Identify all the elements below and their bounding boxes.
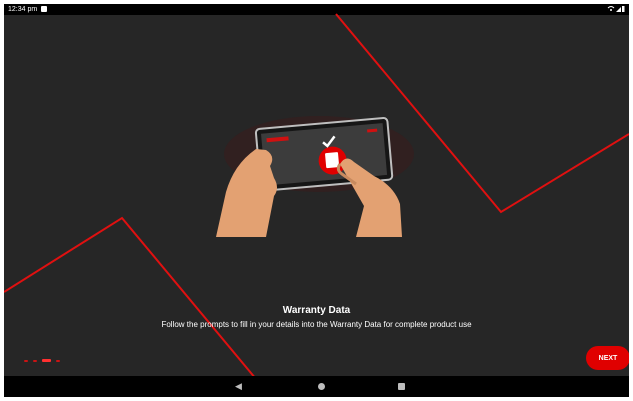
onboarding-title: Warranty Data bbox=[282, 305, 351, 316]
page-dot-active bbox=[42, 359, 51, 362]
app-screen: 12:34 pm Warranty Data Follow the prompt… bbox=[4, 4, 629, 397]
next-button[interactable]: NEXT bbox=[586, 346, 629, 370]
page-dot bbox=[24, 360, 28, 362]
tablet-with-hands-illustration bbox=[204, 104, 414, 239]
onboarding-description: Follow the prompts to fill in your detai… bbox=[161, 320, 472, 329]
navigation-bar: ◀ bbox=[4, 376, 629, 397]
back-triangle-icon[interactable]: ◀ bbox=[235, 381, 242, 392]
page-dot bbox=[33, 360, 37, 362]
recent-apps-square-icon[interactable] bbox=[398, 383, 405, 390]
home-circle-icon[interactable] bbox=[318, 383, 325, 390]
page-dot bbox=[56, 360, 60, 362]
